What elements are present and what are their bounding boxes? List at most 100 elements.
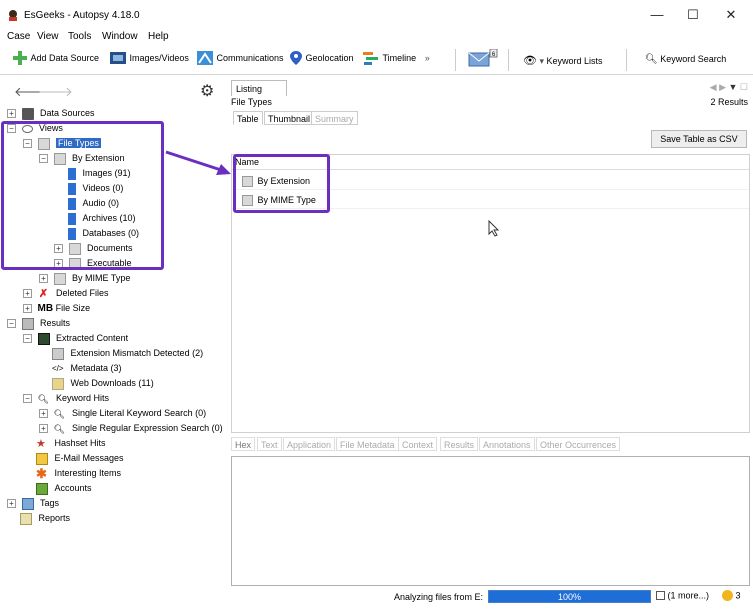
tree-label: Tags [40, 498, 60, 509]
expand-icon[interactable]: + [23, 289, 32, 299]
listing-tab[interactable]: Listing [231, 80, 287, 96]
film-icon [110, 52, 126, 64]
collapse-icon[interactable]: − [23, 334, 32, 344]
tree-label: Hashset Hits [54, 438, 106, 449]
toolbar-divider [455, 49, 456, 71]
toolbar-divider [626, 49, 627, 71]
tree-node-results[interactable]: − Results [7, 316, 70, 331]
keyword-search-button[interactable]: 🔍︎ Keyword Search [645, 54, 726, 65]
tab-results[interactable]: Results [440, 437, 479, 451]
tab-navigation-controls[interactable]: ◀ ▶ ▼ ☐ [710, 82, 748, 93]
accounts-icon [36, 482, 48, 495]
tab-text[interactable]: Text [257, 437, 282, 451]
expand-icon[interactable]: + [7, 109, 16, 119]
keyword-lists-button[interactable]: 👁 ▾ Keyword Lists [523, 54, 603, 67]
messages-button[interactable]: 6 [468, 48, 498, 67]
expand-icon[interactable]: + [23, 304, 32, 314]
tree-node-hashset-hits[interactable]: ★ Hashset Hits [36, 436, 106, 451]
more-tasks-button[interactable]: (1 more...) [656, 590, 709, 601]
menu-bar: Case View Tools Window Help [0, 30, 753, 44]
menu-view[interactable]: View [37, 31, 59, 42]
tab-application[interactable]: Application [283, 437, 336, 451]
highlight-box-rows [233, 154, 330, 213]
tree-node-metadata[interactable]: </> Metadata (3) [52, 361, 122, 376]
menu-case[interactable]: Case [7, 31, 30, 42]
maximize-button[interactable]: ☐ [678, 6, 708, 24]
save-table-csv-button[interactable]: Save Table as CSV [651, 130, 747, 148]
dropdown-arrow-icon: ▾ [539, 56, 545, 66]
close-button[interactable]: ✕ [716, 6, 746, 24]
collapse-icon[interactable]: − [7, 319, 16, 329]
ingest-progress-bar[interactable]: 100% [488, 590, 651, 603]
images-videos-button[interactable]: Images/Videos [109, 50, 189, 66]
status-bar: Analyzing files from E: 100% (1 more...)… [0, 587, 753, 607]
tree-node-web-downloads[interactable]: Web Downloads (11) [52, 376, 154, 391]
content-viewer-area [231, 456, 750, 586]
status-text: Analyzing files from E: [394, 592, 484, 602]
mail-icon: 6 [468, 48, 498, 67]
tab-table[interactable]: Table [233, 111, 263, 125]
tab-other-occurrences[interactable]: Other Occurrences [536, 437, 621, 451]
tree-node-reports[interactable]: Reports [20, 511, 70, 526]
back-arrow-icon[interactable]: 🡐 [14, 85, 49, 99]
tree-node-keyword-hits[interactable]: − 🔍︎ Keyword Hits [23, 391, 109, 406]
tree-node-single-regex[interactable]: + 🔍︎ Single Regular Expression Search (0… [39, 421, 223, 436]
gear-icon[interactable]: ⚙ [200, 83, 218, 101]
expand-icon[interactable]: + [39, 274, 48, 284]
tree-node-single-literal[interactable]: + 🔍︎ Single Literal Keyword Search (0) [39, 406, 206, 421]
tree-label: Deleted Files [56, 288, 109, 299]
communications-button[interactable]: Communications [196, 50, 284, 66]
grid-icon [656, 591, 665, 601]
tree-node-deleted-files[interactable]: + ✗ Deleted Files [23, 286, 109, 301]
minimize-button[interactable]: — [642, 6, 672, 24]
tree-label: Accounts [54, 483, 92, 494]
expand-icon[interactable]: + [39, 409, 48, 419]
menu-tools[interactable]: Tools [68, 31, 91, 42]
result-viewer-panel: Listing ◀ ▶ ▼ ☐ File Types 2 Results Tab… [229, 80, 752, 435]
tab-thumbnail[interactable]: Thumbnail [264, 111, 315, 125]
tree-node-data-sources[interactable]: + Data Sources [7, 106, 95, 121]
search-icon: 🔍︎ [53, 423, 65, 434]
tab-context[interactable]: Context [398, 437, 438, 451]
tree-node-interesting-items[interactable]: ✱ Interesting Items [36, 466, 121, 481]
geolocation-label: Geolocation [305, 53, 354, 63]
tree-node-accounts[interactable]: Accounts [36, 481, 92, 496]
timeline-button[interactable]: Timeline » [362, 50, 430, 66]
add-data-source-button[interactable]: Add Data Source [12, 50, 99, 66]
tab-summary[interactable]: Summary [311, 111, 358, 125]
tree-node-by-mime-type[interactable]: + By MIME Type [39, 271, 130, 286]
menu-window[interactable]: Window [102, 31, 138, 42]
mouse-cursor-icon [488, 220, 500, 237]
expand-icon[interactable]: + [39, 424, 48, 434]
tree-node-email-messages[interactable]: E-Mail Messages [36, 451, 124, 466]
tree-node-file-size[interactable]: + MB File Size [23, 301, 90, 316]
autopsy-logo-icon [9, 10, 17, 21]
expand-icon[interactable]: + [7, 499, 16, 509]
timeline-label: Timeline [382, 53, 417, 63]
tree-node-extracted-content[interactable]: − Extracted Content [23, 331, 128, 346]
tree-node-extension-mismatch[interactable]: Extension Mismatch Detected (2) [52, 346, 203, 361]
highlight-box-file-types [1, 121, 164, 270]
tree-label: Web Downloads (11) [70, 378, 154, 389]
annotation-arrow-icon [165, 150, 231, 175]
search-icon: 🔍︎ [645, 54, 658, 65]
tree-label: Single Literal Keyword Search (0) [72, 408, 207, 419]
menu-help[interactable]: Help [148, 31, 169, 42]
asterisk-icon: ✱ [36, 465, 47, 481]
file-types-icon [53, 272, 66, 285]
notifications-button[interactable]: 3 [722, 590, 741, 602]
forward-arrow-icon[interactable]: 🡒 [38, 85, 73, 99]
tree-label: Interesting Items [54, 468, 122, 479]
tab-hex[interactable]: Hex [231, 437, 256, 451]
tab-file-metadata[interactable]: File Metadata [336, 437, 399, 451]
tab-annotations[interactable]: Annotations [479, 437, 535, 451]
collapse-icon[interactable]: − [23, 394, 32, 404]
images-videos-label: Images/Videos [129, 53, 189, 63]
notification-count: 3 [735, 590, 741, 601]
plus-icon [13, 51, 27, 65]
toolbar: Add Data Source Images/Videos Communicat… [0, 45, 753, 75]
chevron-down-icon: » [424, 53, 430, 63]
tree-node-tags[interactable]: + Tags [7, 496, 59, 511]
tree-label: E-Mail Messages [54, 453, 124, 464]
geolocation-button[interactable]: Geolocation [289, 50, 354, 66]
